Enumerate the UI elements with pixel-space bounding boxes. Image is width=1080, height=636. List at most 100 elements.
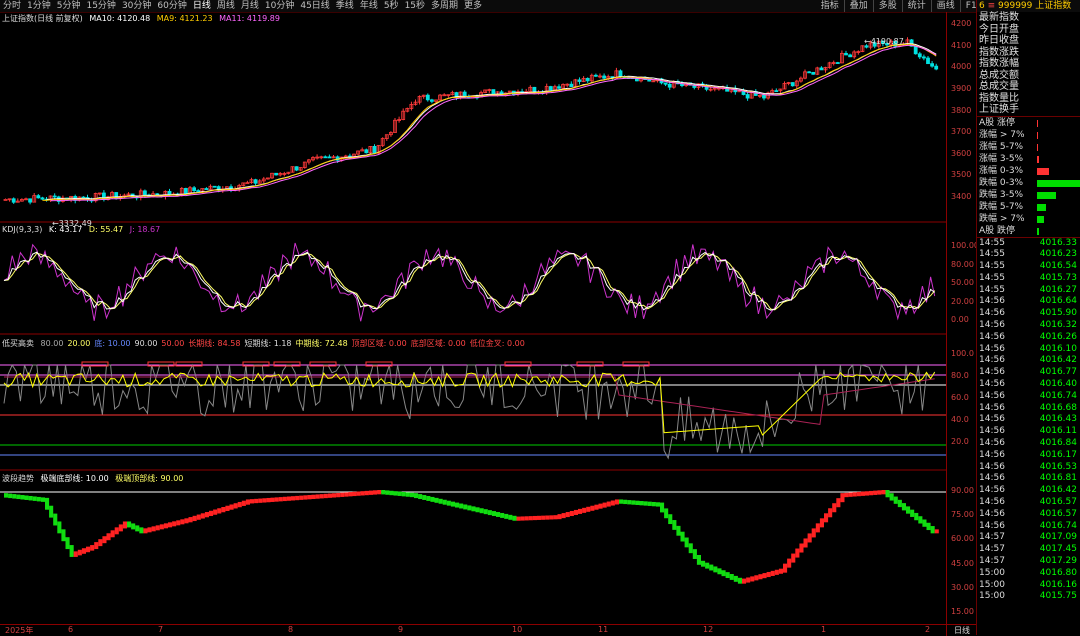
tick-row: 15:00 4015.75 [977,591,1080,603]
tick-price: 4016.74 [1039,390,1077,401]
wave-bar [336,492,341,498]
wave-bar [57,521,62,534]
wave-bar [8,493,13,499]
wave-bar [537,515,542,520]
wave-bar [307,495,312,500]
breadth-row-0: A股 涨停 [977,117,1080,129]
tick-row: 14:56 4016.32 [977,320,1080,332]
quote-field-4: 指数涨幅 [979,58,1019,69]
wave-bar [725,572,730,579]
candle-body [762,94,766,99]
wave-tick-1: 75.00 [951,510,974,520]
toolbar-btn-0[interactable]: 指标 [818,0,842,12]
kdj-title: KDJ(9,3,3) [2,225,43,234]
period-5[interactable]: 60分钟 [154,0,189,12]
tick-price: 4016.10 [1039,343,1077,354]
tick-row: 14:55 4016.54 [977,261,1080,273]
kdj-panel-header: KDJ(9,3,3) K: 43.17 D: 55.47 J: 18.67 [2,225,164,234]
wave-bar [356,491,361,496]
candle-body [835,62,840,64]
breadth-row-2: 涨幅 5-7% [977,141,1080,153]
wave-bar [192,515,197,522]
period-0[interactable]: 分时 [0,0,24,12]
tick-price: 4016.27 [1039,284,1077,295]
wave-bar [303,495,308,500]
period-11[interactable]: 季线 [333,0,357,12]
period-15[interactable]: 多周期 [428,0,461,12]
wave-bar [311,494,316,500]
wave-bar [623,499,628,505]
wave-bar [815,523,820,533]
period-1[interactable]: 1分钟 [24,0,54,12]
tick-time: 14:56 [979,461,1005,472]
period-14[interactable]: 15秒 [402,0,428,12]
wave-bar [852,492,857,497]
tick-price: 4016.84 [1039,438,1077,449]
wave-bar [528,516,533,521]
tick-price: 4016.43 [1039,414,1077,425]
buy-sell-title: 低买高卖 [2,339,34,348]
wave-bar [824,513,829,523]
period-6[interactable]: 日线 [190,0,214,12]
wave-bar [906,506,911,514]
wave-bar [24,495,29,500]
quote-fields: 最新指数 今日开盘 昨日收盘 指数涨跌 指数涨幅 总成交额 总成交量 指数量比 上证换手 [977,12,1080,116]
period-10[interactable]: 45日线 [297,0,332,12]
breadth-bar [1037,191,1057,199]
breadth-row-4: 涨幅 0-3% [977,165,1080,177]
period-3[interactable]: 15分钟 [83,0,118,12]
wave-bar [926,522,931,531]
wave-bar [467,505,472,511]
k-line-chart[interactable]: ←4190.87←3332.49 [0,12,946,624]
wave-bar [897,499,902,508]
period-16[interactable]: 更多 [461,0,485,12]
bs-tick-1: 80.0 [951,371,969,380]
tick-row: 14:56 4015.90 [977,308,1080,320]
wave-bar [557,514,562,520]
chart-area[interactable]: ←4190.87 ←3332.49 [0,12,946,624]
period-8[interactable]: 月线 [238,0,262,12]
period-9[interactable]: 10分钟 [262,0,297,12]
wave-bar [213,509,218,515]
buy-sell-item-0: 80.00 [40,339,64,348]
kdj-k: K: 43.17 [48,225,83,234]
quote-sidebar: 6 ≡ 999999 上证指数 最新指数 今日开盘 昨日收盘 指数涨跌 指数涨幅 总成交额… [976,0,1080,635]
wave-bar [291,496,296,501]
tick-price: 4016.74 [1039,520,1077,531]
wave-bar [475,507,480,513]
period-7[interactable]: 周线 [214,0,238,12]
wave-bar [430,496,435,502]
candle-body [922,56,926,59]
wave-bar [819,518,824,528]
ma10-value: MA10: 4120.48 [89,14,151,23]
high-annotation: ←4190.87 [864,37,904,46]
toolbar-btn-3[interactable]: 统计 [901,0,929,12]
wave-bar [742,578,747,584]
tick-price: 4016.80 [1039,567,1077,578]
toolbar-btn-1[interactable]: 叠加 [843,0,871,12]
wave-bar [828,508,833,518]
period-button[interactable]: 日线 [946,624,977,636]
breadth-label: 跌幅 3-5% [979,189,1024,200]
toolbar-btn-4[interactable]: 画线 [930,0,958,12]
wave-bar [114,527,119,535]
tick-time: 15:00 [979,579,1005,590]
security-header[interactable]: 6 ≡ 999999 上证指数 [977,0,1080,12]
period-2[interactable]: 5分钟 [54,0,84,12]
wave-bar [479,508,484,514]
candle-body [667,83,672,88]
tick-list[interactable]: 14:55 4016.33 14:55 4016.23 14:55 4016.54 14:5… [977,236,1080,604]
kdj-j: J: 18.67 [129,225,161,234]
wave-bar [569,510,574,517]
wave-bar [344,492,349,497]
toolbar-btn-2[interactable]: 多股 [872,0,900,12]
period-12[interactable]: 年线 [357,0,381,12]
breadth-label: 跌幅 0-3% [979,177,1024,188]
wave-bar [200,513,205,519]
candle-body [745,94,750,99]
tick-price: 4016.16 [1039,579,1077,590]
candle-body [212,185,217,188]
wave-bar [553,515,558,520]
period-13[interactable]: 5秒 [381,0,402,12]
period-4[interactable]: 30分钟 [119,0,154,12]
